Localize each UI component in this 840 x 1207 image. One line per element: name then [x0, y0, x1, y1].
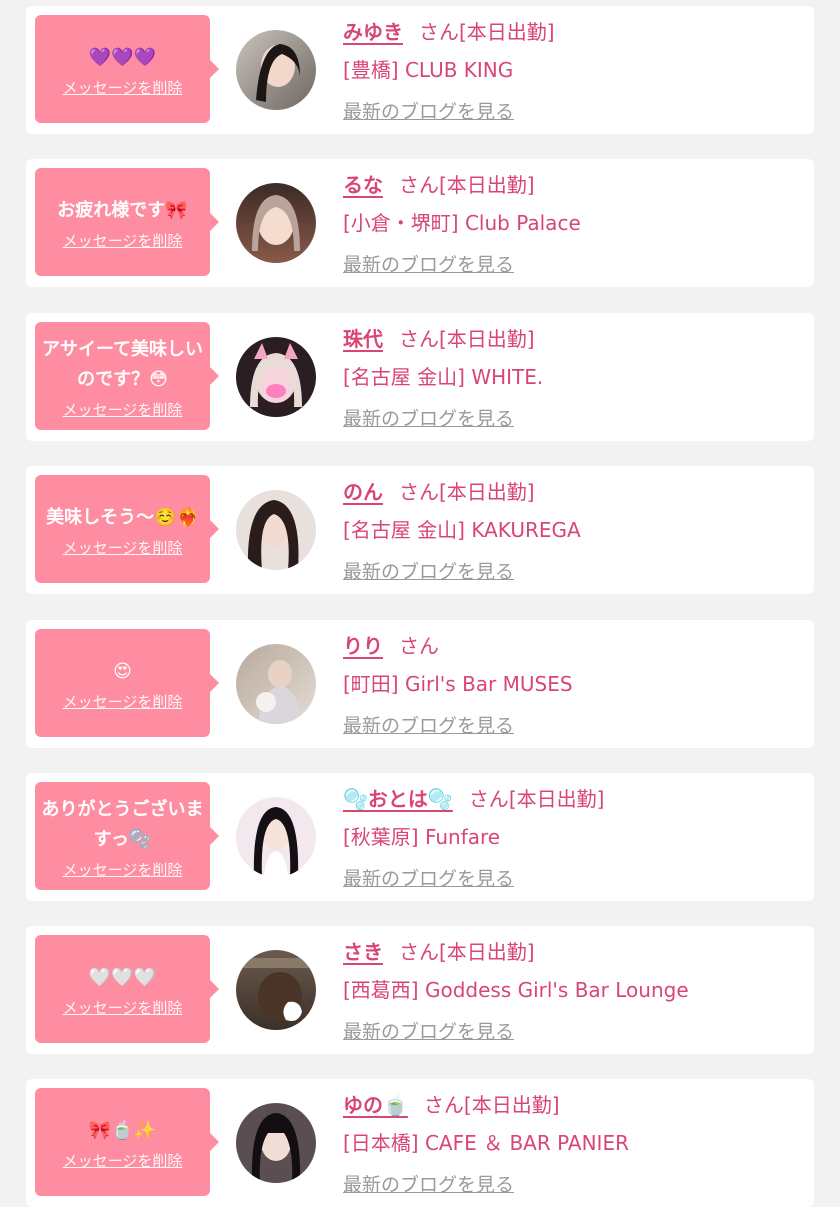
- attendance-status: [本日出勤]: [508, 787, 605, 811]
- sender-info: みゆき さん[本日出勤] [豊橋] CLUB KING 最新のブログを見る: [343, 14, 803, 132]
- latest-blog-link[interactable]: 最新のブログを見る: [343, 859, 514, 899]
- attendance-status: [本日出勤]: [439, 327, 535, 351]
- honorific: さん: [419, 20, 459, 44]
- attendance-status: [本日出勤]: [439, 173, 535, 197]
- message-bubble: 美味しそう〜☺️❤️‍🔥 メッセージを削除: [35, 475, 219, 583]
- sender-info: のん さん[本日出勤] [名古屋 金山] KAKUREGA 最新のブログを見る: [343, 474, 803, 592]
- delete-message-link[interactable]: メッセージを削除: [63, 859, 183, 880]
- latest-blog-link[interactable]: 最新のブログを見る: [343, 552, 514, 592]
- name-line: のん さん[本日出勤]: [343, 474, 803, 510]
- sender-name-link[interactable]: 🫧おとは🫧: [343, 787, 453, 811]
- message-text: アサイーて美味しいのです？😳: [42, 338, 203, 390]
- avatar[interactable]: [236, 337, 316, 417]
- honorific: さん: [468, 787, 509, 811]
- name-line: 🫧おとは🫧 さん[本日出勤]: [343, 781, 803, 817]
- honorific: さん: [399, 327, 439, 351]
- sender-name-link[interactable]: みゆき: [343, 20, 403, 44]
- avatar[interactable]: [236, 183, 316, 263]
- message-card: 😍 メッセージを削除 りり さん [町田] Girl's Bar MUSES 最新…: [26, 620, 814, 748]
- avatar[interactable]: [236, 644, 316, 724]
- message-list: 💜💜💜 メッセージを削除 みゆき さん[本日出勤] [豊橋] CLUB KING …: [0, 0, 840, 1207]
- message-text: 💜💜💜: [88, 46, 157, 68]
- shop-name: [小倉・堺町] Club Palace: [343, 211, 581, 235]
- honorific: さん: [399, 480, 439, 504]
- delete-message-link[interactable]: メッセージを削除: [63, 1150, 183, 1171]
- message-bubble: 🎀🍵✨ メッセージを削除: [35, 1088, 219, 1196]
- message-text: ありがとうございますっ🫧: [41, 798, 204, 850]
- shop-name: [西葛西] Goddess Girl's Bar Lounge: [343, 978, 689, 1002]
- avatar[interactable]: [236, 30, 316, 110]
- name-line: さき さん[本日出勤]: [343, 934, 803, 970]
- message-bubble: ありがとうございますっ🫧 メッセージを削除: [35, 782, 219, 890]
- message-bubble: 💜💜💜 メッセージを削除: [35, 15, 219, 123]
- delete-message-link[interactable]: メッセージを削除: [63, 230, 183, 251]
- latest-blog-link[interactable]: 最新のブログを見る: [343, 1012, 514, 1052]
- avatar[interactable]: [236, 797, 316, 877]
- sender-info: 珠代 さん[本日出勤] [名古屋 金山] WHITE. 最新のブログを見る: [343, 321, 803, 439]
- shop-name: [日本橋] CAFE ＆ BAR PANIER: [343, 1131, 629, 1155]
- sender-name-link[interactable]: 珠代: [343, 327, 383, 351]
- name-line: ゆの🍵 さん[本日出勤]: [343, 1087, 803, 1123]
- delete-message-link[interactable]: メッセージを削除: [63, 399, 183, 420]
- message-card: 🤍🤍🤍 メッセージを削除 さき さん[本日出勤] [西葛西] Goddess Gi…: [26, 926, 814, 1054]
- delete-message-link[interactable]: メッセージを削除: [63, 691, 183, 712]
- sender-name-link[interactable]: のん: [343, 480, 383, 504]
- message-card: お疲れ様です🎀 メッセージを削除 るな さん[本日出勤] [小倉・堺町] Club…: [26, 159, 814, 287]
- avatar[interactable]: [236, 950, 316, 1030]
- sender-info: りり さん [町田] Girl's Bar MUSES 最新のブログを見る: [343, 628, 803, 746]
- attendance-status: [本日出勤]: [439, 480, 535, 504]
- shop-name: [町田] Girl's Bar MUSES: [343, 672, 573, 696]
- latest-blog-link[interactable]: 最新のブログを見る: [343, 1165, 514, 1205]
- honorific: さん: [399, 173, 439, 197]
- message-text: お疲れ様です🎀: [57, 199, 188, 221]
- latest-blog-link[interactable]: 最新のブログを見る: [343, 706, 514, 746]
- delete-message-link[interactable]: メッセージを削除: [63, 997, 183, 1018]
- message-bubble: お疲れ様です🎀 メッセージを削除: [35, 168, 219, 276]
- delete-message-link[interactable]: メッセージを削除: [63, 537, 183, 558]
- shop-name: [豊橋] CLUB KING: [343, 58, 514, 82]
- message-card: 💜💜💜 メッセージを削除 みゆき さん[本日出勤] [豊橋] CLUB KING …: [26, 6, 814, 134]
- attendance-status: [本日出勤]: [463, 1093, 560, 1117]
- message-text: 😍: [113, 660, 132, 682]
- message-card: 🎀🍵✨ メッセージを削除 ゆの🍵 さん[本日出勤] [日本橋] CAFE ＆ BA…: [26, 1079, 814, 1207]
- attendance-status: [本日出勤]: [459, 20, 555, 44]
- sender-name-link[interactable]: さき: [343, 940, 383, 964]
- message-card: ありがとうございますっ🫧 メッセージを削除 🫧おとは🫧 さん[本日出勤] [秋葉原…: [26, 773, 814, 901]
- attendance-status: [本日出勤]: [439, 940, 535, 964]
- avatar[interactable]: [236, 1103, 316, 1183]
- sender-name-link[interactable]: りり: [343, 634, 383, 658]
- shop-name: [名古屋 金山] WHITE.: [343, 365, 544, 389]
- message-text: 美味しそう〜☺️❤️‍🔥: [46, 506, 199, 528]
- honorific: さん: [399, 940, 439, 964]
- latest-blog-link[interactable]: 最新のブログを見る: [343, 245, 514, 285]
- message-bubble: 🤍🤍🤍 メッセージを削除: [35, 935, 219, 1043]
- sender-info: ゆの🍵 さん[本日出勤] [日本橋] CAFE ＆ BAR PANIER 最新のブ…: [343, 1087, 803, 1205]
- message-card: 美味しそう〜☺️❤️‍🔥 メッセージを削除 のん さん[本日出勤] [名古屋 金山…: [26, 466, 814, 594]
- latest-blog-link[interactable]: 最新のブログを見る: [343, 399, 514, 439]
- name-line: るな さん[本日出勤]: [343, 167, 803, 203]
- sender-info: るな さん[本日出勤] [小倉・堺町] Club Palace 最新のブログを見る: [343, 167, 803, 285]
- avatar[interactable]: [236, 490, 316, 570]
- honorific: さん: [399, 634, 439, 658]
- message-text: 🤍🤍🤍: [88, 966, 157, 988]
- honorific: さん: [423, 1093, 464, 1117]
- sender-info: 🫧おとは🫧 さん[本日出勤] [秋葉原] Funfare 最新のブログを見る: [343, 781, 803, 899]
- delete-message-link[interactable]: メッセージを削除: [63, 77, 183, 98]
- name-line: みゆき さん[本日出勤]: [343, 14, 803, 50]
- name-line: りり さん: [343, 628, 803, 664]
- sender-name-link[interactable]: ゆの🍵: [343, 1093, 408, 1117]
- message-card: アサイーて美味しいのです？😳 メッセージを削除 珠代 さん[本日出勤] [名古屋 …: [26, 313, 814, 441]
- shop-name: [秋葉原] Funfare: [343, 825, 501, 849]
- message-bubble: アサイーて美味しいのです？😳 メッセージを削除: [35, 322, 219, 430]
- sender-name-link[interactable]: るな: [343, 173, 383, 197]
- latest-blog-link[interactable]: 最新のブログを見る: [343, 92, 514, 132]
- name-line: 珠代 さん[本日出勤]: [343, 321, 803, 357]
- message-bubble: 😍 メッセージを削除: [35, 629, 219, 737]
- shop-name: [名古屋 金山] KAKUREGA: [343, 518, 581, 542]
- sender-info: さき さん[本日出勤] [西葛西] Goddess Girl's Bar Loun…: [343, 934, 803, 1052]
- message-text: 🎀🍵✨: [88, 1119, 157, 1141]
